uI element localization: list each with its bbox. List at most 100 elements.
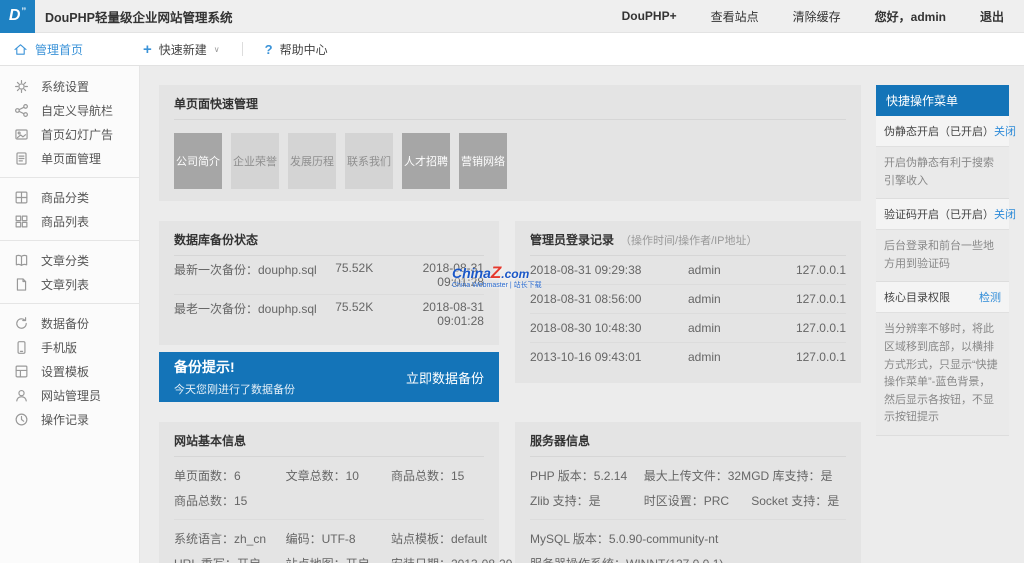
backup-file: 最老一次备份：douphp.sql bbox=[174, 300, 335, 328]
sidebar-item-custom-nav[interactable]: 自定义导航栏 bbox=[0, 98, 139, 122]
link-logout[interactable]: 退出 bbox=[980, 8, 1004, 25]
toolbar: 管理首页 + 快速新建 ∨ ? 帮助中心 bbox=[0, 33, 1024, 66]
image-icon bbox=[14, 127, 29, 142]
srv-gd-support: GD 库支持：是 bbox=[751, 463, 846, 488]
backup-refresh-icon bbox=[14, 316, 29, 331]
nav-admin-home-label: 管理首页 bbox=[35, 41, 83, 58]
backup-row: 最新一次备份：douphp.sql 75.52K 2018-08-31 09:0… bbox=[174, 256, 484, 294]
login-time: 2018-08-30 10:48:30 bbox=[530, 321, 688, 335]
sidebar-item-site-admin[interactable]: 网站管理员 bbox=[0, 383, 139, 407]
backup-date: 2018-08-31 09:01:28 bbox=[397, 261, 484, 289]
cfg-install-date: 安装日期：2013-08-29 bbox=[391, 551, 484, 563]
gear-icon bbox=[14, 79, 29, 94]
sidebar-item-product-category[interactable]: 商品分类 bbox=[0, 185, 139, 209]
login-user: admin bbox=[688, 350, 767, 364]
quick-pages-card: 单页面快速管理 公司简介 企业荣誉 发展历程 联系我们 人才招聘 营销网络 bbox=[159, 85, 861, 201]
user-icon bbox=[14, 388, 29, 403]
topbar-links: DouPHP+ 查看站点 清除缓存 您好，admin 退出 bbox=[622, 8, 1024, 25]
divider bbox=[174, 519, 484, 520]
quick-menu-item-label: 核心目录权限 bbox=[884, 289, 950, 305]
backup-status-card: 数据库备份状态 最新一次备份：douphp.sql 75.52K 2018-08… bbox=[159, 221, 499, 345]
sidebar-item-label: 首页幻灯广告 bbox=[41, 126, 113, 143]
tile-contact-us[interactable]: 联系我们 bbox=[345, 133, 393, 189]
permission-check-button[interactable]: 检测 bbox=[979, 289, 1001, 305]
sidebar-item-template-settings[interactable]: 设置模板 bbox=[0, 359, 139, 383]
share-icon bbox=[14, 103, 29, 118]
sidebar-item-data-backup[interactable]: 数据备份 bbox=[0, 311, 139, 335]
login-ip: 127.0.0.1 bbox=[767, 321, 846, 335]
quick-menu-item-permission: 核心目录权限 检测 bbox=[876, 282, 1009, 313]
srv-socket-support: Socket 支持：是 bbox=[751, 488, 846, 513]
tile-marketing-network[interactable]: 营销网络 bbox=[459, 133, 507, 189]
chevron-down-icon: ∨ bbox=[214, 45, 220, 54]
sidebar-item-product-list[interactable]: 商品列表 bbox=[0, 209, 139, 233]
login-ip: 127.0.0.1 bbox=[767, 263, 846, 277]
login-time: 2018-08-31 09:29:38 bbox=[530, 263, 688, 277]
sidebar-item-article-list[interactable]: 文章列表 bbox=[0, 272, 139, 296]
login-log-row: 2013-10-16 09:43:01 admin 127.0.0.1 bbox=[530, 342, 846, 371]
page-icon bbox=[14, 151, 29, 166]
logo-spark: ’’ bbox=[21, 6, 26, 16]
grid-icon bbox=[14, 214, 29, 229]
sidebar-item-system-settings[interactable]: 系统设置 bbox=[0, 74, 139, 98]
login-ip: 127.0.0.1 bbox=[767, 292, 846, 306]
backup-file: 最新一次备份：douphp.sql bbox=[174, 261, 335, 289]
sidebar-item-article-category[interactable]: 文章分类 bbox=[0, 248, 139, 272]
douphp-logo[interactable]: D ’’ bbox=[0, 0, 35, 33]
server-info-card: 服务器信息 PHP 版本：5.2.14 最大上传文件：32M GD 库支持：是 … bbox=[515, 422, 861, 563]
cfg-language: 系统语言：zh_cn bbox=[174, 526, 286, 551]
link-clear-cache[interactable]: 清除缓存 bbox=[793, 8, 841, 25]
book-icon bbox=[14, 253, 29, 268]
login-log-title-text: 管理员登录记录 bbox=[530, 233, 614, 247]
backup-banner-subtitle: 今天您刚进行了数据备份 bbox=[174, 381, 295, 397]
quick-menu-item-label: 验证码开启（已开启） bbox=[884, 206, 994, 222]
srv-php-version: PHP 版本：5.2.14 bbox=[530, 463, 644, 488]
greeting-admin[interactable]: 您好，admin bbox=[875, 8, 946, 25]
cfg-url-rewrite: URL 重写：开启 bbox=[174, 551, 286, 563]
sidebar-item-label: 单页面管理 bbox=[41, 150, 101, 167]
tile-recruitment[interactable]: 人才招聘 bbox=[402, 133, 450, 189]
login-user: admin bbox=[688, 292, 767, 306]
nav-admin-home[interactable]: 管理首页 bbox=[13, 41, 83, 58]
quick-new-button[interactable]: + 快速新建 ∨ bbox=[143, 41, 220, 58]
history-clock-icon bbox=[14, 412, 29, 427]
server-info-title: 服务器信息 bbox=[530, 432, 846, 457]
quick-menu-item-captcha: 验证码开启（已开启） 关闭 bbox=[876, 199, 1009, 230]
login-user: admin bbox=[688, 321, 767, 335]
sidebar-item-mobile-version[interactable]: 手机版 bbox=[0, 335, 139, 359]
sidebar-item-operation-log[interactable]: 操作记录 bbox=[0, 407, 139, 431]
help-center-button[interactable]: ? 帮助中心 bbox=[265, 41, 328, 58]
quick-menu-item-desc: 当分辨率不够时，将此区域移到底部，以横排方式形式，只显示“快捷操作菜单”-蓝色背… bbox=[876, 313, 1009, 436]
login-log-row: 2018-08-31 09:29:38 admin 127.0.0.1 bbox=[530, 256, 846, 284]
link-view-site[interactable]: 查看站点 bbox=[711, 8, 759, 25]
tile-company-honor[interactable]: 企业荣誉 bbox=[231, 133, 279, 189]
cfg-encoding: 编码：UTF-8 bbox=[286, 526, 391, 551]
backup-status-title: 数据库备份状态 bbox=[174, 231, 484, 256]
login-time: 2013-10-16 09:43:01 bbox=[530, 350, 688, 364]
quick-menu-item-desc: 开启伪静态有利于搜索引擎收入 bbox=[876, 147, 1009, 199]
sidebar-item-label: 设置模板 bbox=[41, 363, 89, 380]
sidebar-item-home-slides[interactable]: 首页幻灯广告 bbox=[0, 122, 139, 146]
app-title: DouPHP轻量级企业网站管理系统 bbox=[45, 7, 233, 26]
quick-pages-tiles: 公司简介 企业荣誉 发展历程 联系我们 人才招聘 营销网络 bbox=[174, 133, 846, 189]
cfg-template: 站点模板：default bbox=[391, 526, 484, 551]
login-log-note: （操作时间/操作者/IP地址） bbox=[620, 235, 758, 247]
main-content: 单页面快速管理 公司简介 企业荣誉 发展历程 联系我们 人才招聘 营销网络 数据… bbox=[140, 66, 1024, 563]
tile-development-history[interactable]: 发展历程 bbox=[288, 133, 336, 189]
stat-products-2: 商品总数：15 bbox=[174, 488, 286, 513]
captcha-close-button[interactable]: 关闭 bbox=[994, 206, 1016, 222]
file-icon bbox=[14, 277, 29, 292]
tile-company-profile[interactable]: 公司简介 bbox=[174, 133, 222, 189]
sidebar-item-label: 数据备份 bbox=[41, 315, 89, 332]
sidebar-item-page-manage[interactable]: 单页面管理 bbox=[0, 146, 139, 170]
stat-products: 商品总数：15 bbox=[391, 463, 484, 488]
rewrite-close-button[interactable]: 关闭 bbox=[994, 123, 1016, 139]
backup-now-button[interactable]: 立即数据备份 bbox=[406, 368, 484, 387]
sidebar-item-label: 系统设置 bbox=[41, 78, 89, 95]
sidebar-item-label: 商品列表 bbox=[41, 213, 89, 230]
quick-menu-panel: 快捷操作菜单 伪静态开启（已开启） 关闭 开启伪静态有利于搜索引擎收入 验证码开… bbox=[876, 85, 1009, 436]
login-time: 2018-08-31 08:56:00 bbox=[530, 292, 688, 306]
srv-mysql-version: MySQL 版本：5.0.90-community-nt bbox=[530, 526, 846, 551]
link-douphp-plus[interactable]: DouPHP+ bbox=[622, 9, 677, 23]
logo-d-glyph: D bbox=[9, 7, 21, 25]
